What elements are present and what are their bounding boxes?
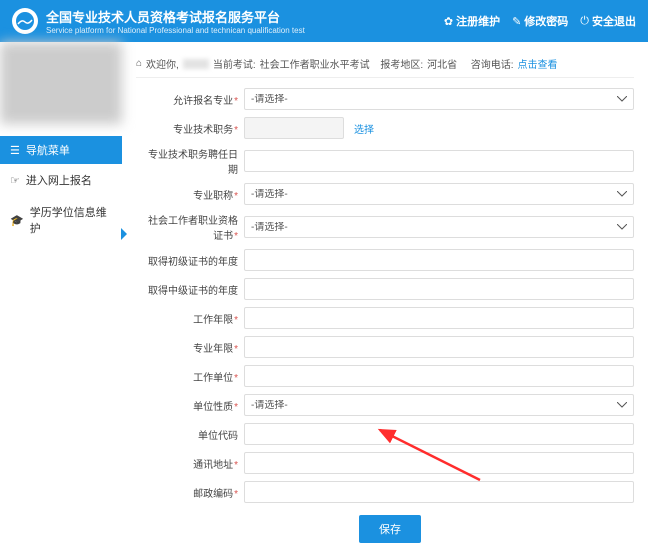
field-pro-years[interactable] (244, 336, 634, 358)
field-unit-type[interactable]: -请选择- (244, 394, 634, 416)
field-address[interactable] (244, 452, 634, 474)
link-exit[interactable]: ⏻ 安全退出 (580, 13, 636, 29)
logo-icon (12, 8, 38, 34)
breadcrumb: ⌂ 欢迎你, 当前考试: 社会工作者职业水平考试 报考地区: 河北省 咨询电话:… (136, 50, 634, 78)
sidebar: ☰ 导航菜单 ☞ 进入网上报名 🎓 学历学位信息维护 (0, 42, 122, 551)
save-button[interactable]: 保存 (359, 515, 421, 543)
flag-icon (121, 228, 127, 240)
home-icon[interactable]: ⌂ (136, 58, 142, 69)
field-major[interactable]: -请选择- (244, 88, 634, 110)
field-mid-year[interactable] (244, 278, 634, 300)
form: 允许报名专业-请选择- 专业技术职务选择 专业技术职务聘任日期 专业职称-请选择… (136, 88, 634, 543)
tel-link[interactable]: 点击查看 (518, 56, 558, 71)
sidebar-item-signup[interactable]: ☞ 进入网上报名 (0, 164, 122, 196)
content: ⌂ 欢迎你, 当前考试: 社会工作者职业水平考试 报考地区: 河北省 咨询电话:… (122, 42, 648, 551)
field-unit-code[interactable] (244, 423, 634, 445)
field-tech-post (244, 117, 344, 139)
title-block: 全国专业技术人员资格考试报名服务平台 Service platform for … (46, 7, 444, 35)
field-cert[interactable]: -请选择- (244, 216, 634, 238)
top-header: 全国专业技术人员资格考试报名服务平台 Service platform for … (0, 0, 648, 42)
field-appoint-date[interactable] (244, 150, 634, 172)
header-links: ✿ 注册维护 ✎ 修改密码 ⏻ 安全退出 (444, 13, 636, 29)
field-pro-title[interactable]: -请选择- (244, 183, 634, 205)
avatar (0, 42, 122, 124)
field-primary-year[interactable] (244, 249, 634, 271)
sidebar-item-edu[interactable]: 🎓 学历学位信息维护 (0, 196, 122, 244)
select-link[interactable]: 选择 (354, 121, 374, 136)
link-password[interactable]: ✎ 修改密码 (512, 13, 568, 29)
site-subtitle: Service platform for National Profession… (46, 26, 444, 35)
username-blur (183, 59, 209, 69)
nav-title: ☰ 导航菜单 (0, 136, 122, 164)
field-work-years[interactable] (244, 307, 634, 329)
site-title: 全国专业技术人员资格考试报名服务平台 (46, 7, 444, 26)
field-employer[interactable] (244, 365, 634, 387)
link-register[interactable]: ✿ 注册维护 (444, 13, 500, 29)
